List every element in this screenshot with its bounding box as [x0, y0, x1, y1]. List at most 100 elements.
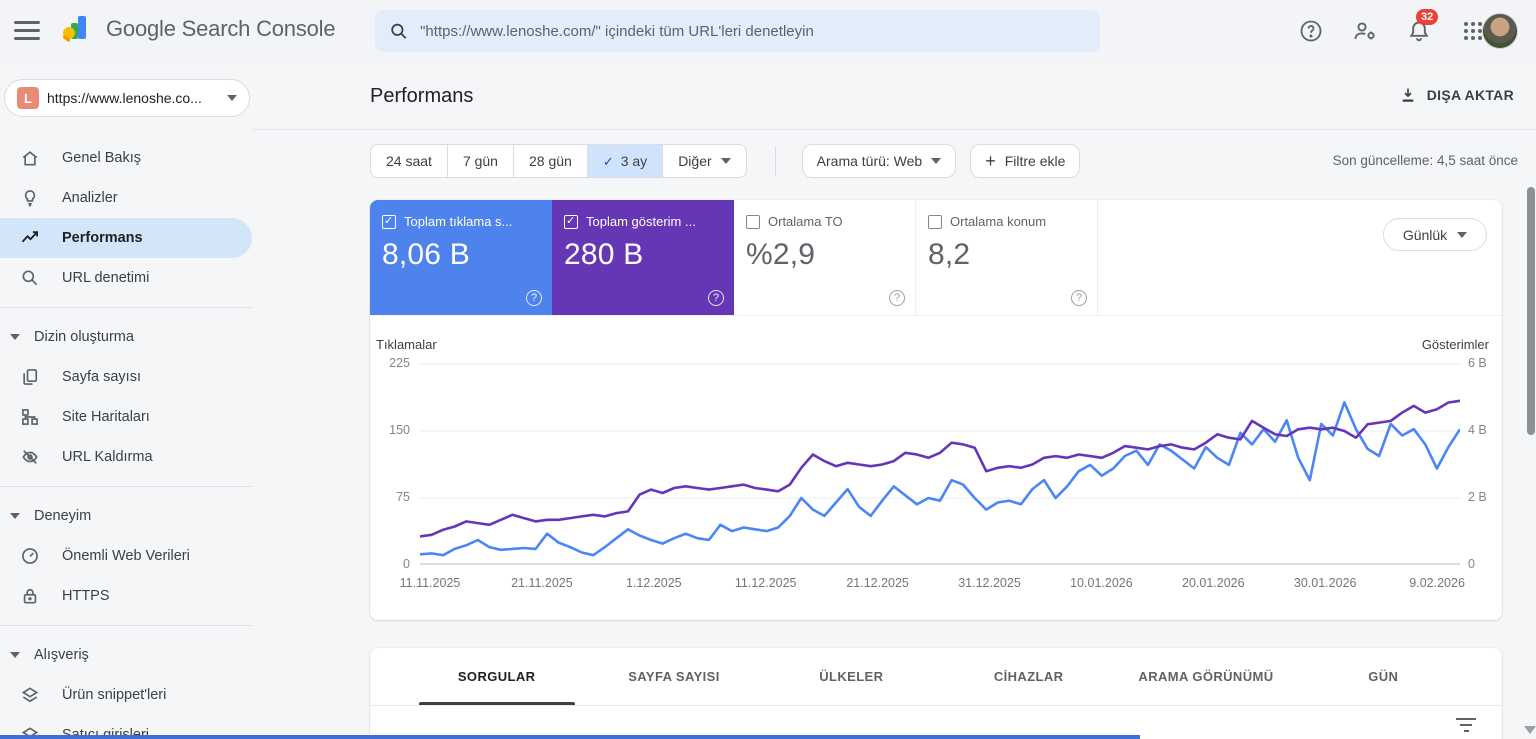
checkbox-unchecked-icon[interactable] [928, 214, 942, 229]
range-28d[interactable]: 28 gün [514, 145, 588, 177]
help-icon[interactable] [889, 290, 905, 306]
chevron-down-icon [720, 158, 731, 164]
check-icon [603, 153, 621, 170]
sidebar-section-indexing[interactable]: Dizin oluşturma [0, 317, 252, 357]
metric-value: 280 B [564, 238, 644, 271]
speedometer-icon [22, 548, 38, 564]
help-icon[interactable] [1071, 290, 1087, 306]
notifications-bell-icon[interactable]: 32 [1406, 9, 1439, 44]
left-axis-tick: 0 [403, 557, 410, 571]
checkbox-unchecked-icon[interactable] [746, 214, 760, 229]
line-chart [420, 363, 1460, 565]
tab-countries[interactable]: ÜLKELER [763, 648, 940, 705]
date-range-segmented-control: 24 saat 7 gün 28 gün 3 ay Diğer [370, 144, 747, 178]
triangle-down-icon [10, 334, 20, 340]
x-axis-tick: 9.02.2026 [1409, 576, 1465, 590]
range-7d[interactable]: 7 gün [448, 145, 514, 177]
tab-dates[interactable]: GÜN [1295, 648, 1472, 705]
sidebar-item-url-inspection[interactable]: URL denetimi [0, 258, 252, 298]
search-input[interactable] [420, 22, 1086, 40]
filter-list-icon[interactable] [1455, 718, 1477, 734]
sidebar-item-https[interactable]: HTTPS [0, 576, 252, 616]
x-axis-tick: 10.01.2026 [1070, 576, 1133, 590]
sidebar-item-core-web-vitals[interactable]: Önemli Web Verileri [0, 536, 252, 576]
sidebar-item-insights[interactable]: Analizler [0, 178, 252, 218]
plus-icon: + [985, 151, 996, 171]
checkbox-checked-icon[interactable] [564, 214, 578, 229]
home-icon [22, 151, 38, 166]
right-axis-title: Gösterimler [1421, 337, 1489, 352]
left-axis-tick: 75 [396, 490, 410, 504]
search-type-filter[interactable]: Arama türü: Web [801, 144, 957, 178]
help-icon[interactable] [526, 290, 542, 306]
last-update-text: Son güncelleme: 4,5 saat önce [1332, 153, 1518, 168]
layers-icon [21, 687, 39, 703]
sidebar-item-product-snippets[interactable]: Ürün snippet'leri [0, 675, 252, 715]
divider [370, 315, 1502, 316]
search-console-logo-icon [63, 16, 86, 42]
right-axis-tick: 2 B [1468, 490, 1487, 504]
help-icon[interactable] [708, 290, 724, 306]
tab-queries[interactable]: SORGULAR [408, 648, 585, 705]
sidebar-item-removals[interactable]: URL Kaldırma [0, 437, 252, 477]
metric-card-total-impressions[interactable]: Toplam gösterim ... 280 B [552, 200, 734, 315]
left-axis-tick: 150 [389, 423, 410, 437]
range-other[interactable]: Diğer [663, 145, 745, 177]
eye-off-icon [22, 450, 38, 464]
sidebar-item-pages[interactable]: Sayfa sayısı [0, 357, 252, 397]
checkbox-checked-icon[interactable] [382, 214, 396, 229]
right-axis-tick: 4 B [1468, 423, 1487, 437]
triangle-down-icon [10, 513, 20, 519]
metric-card-average-position[interactable]: Ortalama konum 8,2 [916, 200, 1098, 315]
metric-value: 8,06 B [382, 238, 470, 271]
inspect-url-searchbar[interactable] [375, 10, 1100, 52]
sidebar-nav: Genel Bakış Analizler Performans URL den… [0, 62, 252, 739]
performance-chart-panel: Toplam tıklama s... 8,06 B Toplam göster… [370, 200, 1502, 620]
download-icon [1402, 88, 1413, 102]
x-axis-tick: 1.12.2025 [625, 576, 682, 590]
app-logo[interactable]: Google Search Console [58, 11, 336, 47]
right-axis-tick: 6 B [1468, 356, 1487, 370]
user-settings-icon[interactable] [1352, 18, 1378, 44]
sidebar-item-sitemaps[interactable]: Site Haritaları [0, 397, 252, 437]
sidebar-item-performance[interactable]: Performans [0, 218, 252, 258]
range-24h[interactable]: 24 saat [371, 145, 448, 177]
dimension-tabs: SORGULAR SAYFA SAYISI ÜLKELER CİHAZLAR A… [408, 648, 1472, 705]
triangle-down-icon [10, 652, 20, 658]
metric-card-average-ctr[interactable]: Ortalama TO %2,9 [734, 200, 916, 315]
tab-devices[interactable]: CİHAZLAR [940, 648, 1117, 705]
sidebar-section-experience[interactable]: Deneyim [0, 496, 252, 536]
range-3m-selected[interactable]: 3 ay [587, 145, 664, 177]
page-title: Performans [370, 85, 474, 107]
export-button[interactable]: DIŞA AKTAR [1399, 86, 1514, 104]
sidebar-item-overview[interactable]: Genel Bakış [0, 138, 252, 178]
sitemap-icon [22, 409, 38, 425]
tab-search-appearance[interactable]: ARAMA GÖRÜNÜMÜ [1117, 648, 1294, 705]
scrollbar-arrow-icon[interactable] [1524, 726, 1536, 734]
granularity-dropdown[interactable]: Günlük [1383, 218, 1487, 251]
tab-pages[interactable]: SAYFA SAYISI [585, 648, 762, 705]
menu-icon[interactable] [14, 21, 40, 41]
notification-badge: 32 [1416, 9, 1439, 25]
dimensions-panel: SORGULAR SAYFA SAYISI ÜLKELER CİHAZLAR A… [370, 648, 1502, 739]
pages-icon [23, 369, 38, 385]
magnifier-icon [22, 270, 38, 286]
trending-up-icon [21, 231, 38, 243]
series-line-clicks [420, 401, 1460, 557]
vertical-scrollbar-thumb[interactable] [1527, 187, 1535, 435]
x-axis-tick: 21.12.2025 [846, 576, 909, 590]
sidebar-section-shopping[interactable]: Alışveriş [0, 635, 252, 675]
x-axis-tick: 30.01.2026 [1293, 576, 1357, 590]
help-icon[interactable] [1298, 18, 1324, 44]
bottom-edge-bar [0, 735, 1140, 739]
divider [0, 486, 252, 487]
metric-value: %2,9 [746, 238, 816, 271]
avatar[interactable] [1482, 13, 1518, 49]
chevron-down-icon [1457, 231, 1468, 238]
add-filter-button[interactable]: + Filtre ekle [970, 144, 1081, 178]
x-axis-tick: 31.12.2025 [958, 576, 1021, 590]
metric-card-total-clicks[interactable]: Toplam tıklama s... 8,06 B [370, 200, 552, 315]
x-axis-tick: 20.01.2026 [1182, 576, 1245, 590]
right-axis-tick: 0 [1468, 557, 1475, 571]
x-axis-tick: 21.11.2025 [511, 576, 573, 590]
